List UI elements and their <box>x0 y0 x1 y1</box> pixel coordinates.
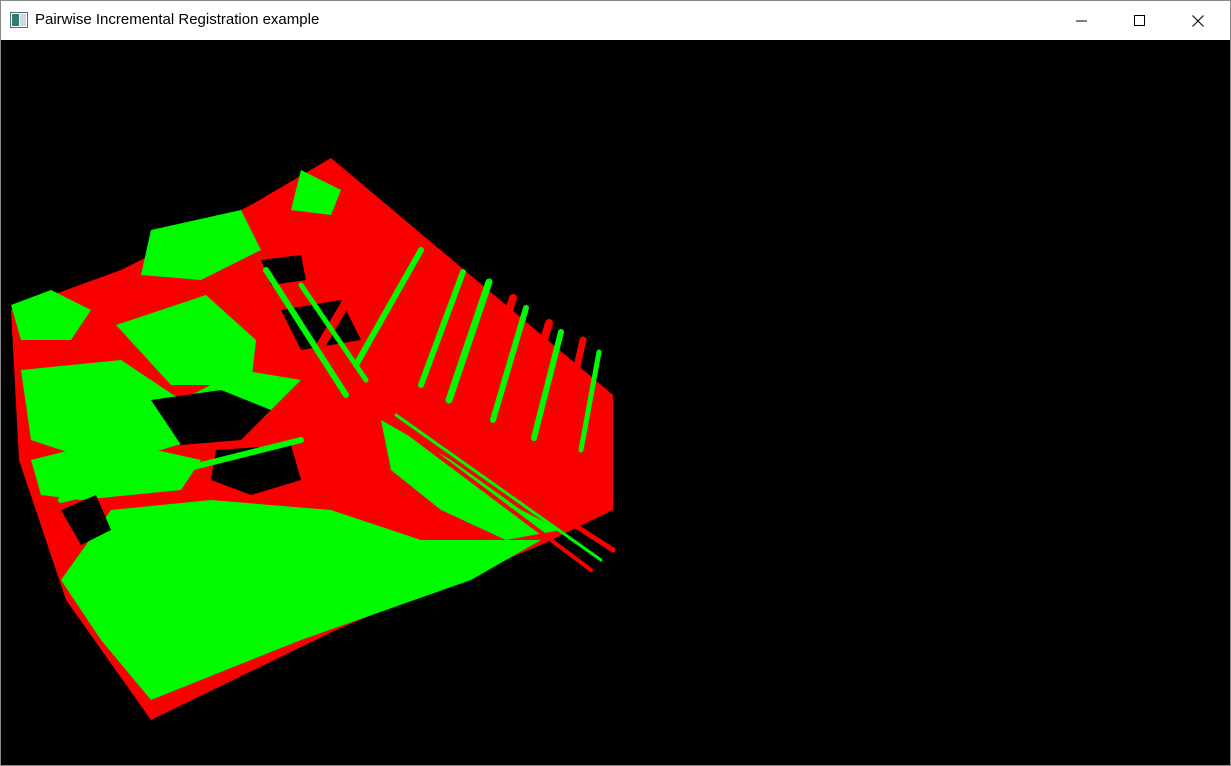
title-bar[interactable]: Pairwise Incremental Registration exampl… <box>1 1 1230 40</box>
point-cloud-render <box>1 150 616 750</box>
pcl-viewer-canvas[interactable] <box>1 40 1230 765</box>
window-title: Pairwise Incremental Registration exampl… <box>35 11 320 28</box>
maximize-icon <box>1134 14 1145 26</box>
close-icon <box>1192 14 1204 27</box>
close-button[interactable] <box>1169 1 1227 40</box>
minimize-icon <box>1076 20 1087 21</box>
app-window: Pairwise Incremental Registration exampl… <box>0 0 1231 766</box>
minimize-button[interactable] <box>1053 1 1111 40</box>
app-icon <box>10 12 28 28</box>
maximize-button[interactable] <box>1111 1 1169 40</box>
